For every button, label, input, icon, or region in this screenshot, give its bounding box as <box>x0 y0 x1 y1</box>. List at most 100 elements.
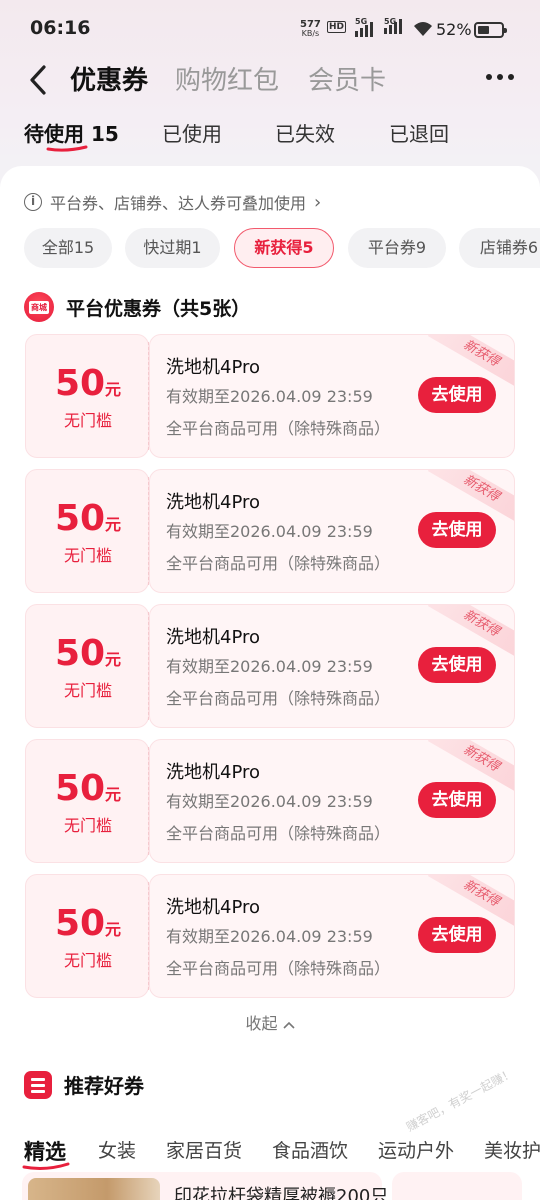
use-coupon-button[interactable]: 去使用 <box>418 647 496 683</box>
use-coupon-button[interactable]: 去使用 <box>418 782 496 818</box>
category-beauty[interactable]: 美妆护 <box>484 1136 540 1163</box>
filter-new[interactable]: 新获得5 <box>234 228 334 268</box>
coupon-scope: 全平台商品可用（除特殊商品） <box>166 689 391 708</box>
chevron-right-icon: › <box>314 191 322 213</box>
coupon-card[interactable]: 50元 无门槛 洗地机4Pro 有效期至2026.04.09 23:59 全平台… <box>25 469 515 593</box>
coupon-expiry: 有效期至2026.04.09 23:59 <box>166 387 373 406</box>
coupon-status-tabs: 待使用 15 已使用 已失效 已退回 <box>0 116 540 156</box>
filter-expiring[interactable]: 快过期1 <box>125 228 220 268</box>
coupon-condition: 无门槛 <box>63 681 112 700</box>
coupon-title: 洗地机4Pro <box>166 627 261 648</box>
dashed-divider <box>148 882 149 990</box>
coupon-info-panel: 洗地机4Pro 有效期至2026.04.09 23:59 全平台商品可用（除特殊… <box>149 874 515 998</box>
section-title: 平台优惠券（共5张） <box>66 297 251 320</box>
coupon-amount: 50 <box>54 768 106 809</box>
coupon-condition: 无门槛 <box>63 816 112 835</box>
coupon-scope: 全平台商品可用（除特殊商品） <box>166 824 391 843</box>
coupon-card[interactable]: 50元 无门槛 洗地机4Pro 有效期至2026.04.09 23:59 全平台… <box>25 604 515 728</box>
coupon-amount-panel: 50元 无门槛 <box>25 874 149 998</box>
clock: 06:16 <box>30 17 91 39</box>
coupon-condition: 无门槛 <box>63 546 112 565</box>
tab-pending[interactable]: 待使用 15 <box>24 118 119 147</box>
category-sports[interactable]: 运动户外 <box>378 1136 454 1163</box>
coupon-info-panel: 洗地机4Pro 有效期至2026.04.09 23:59 全平台商品可用（除特殊… <box>149 739 515 863</box>
recommend-title: 推荐好券 <box>64 1074 144 1098</box>
mall-icon: 商城 <box>24 292 54 322</box>
tab-red-packets[interactable]: 购物红包 <box>175 60 279 97</box>
coupon-amount-panel: 50元 无门槛 <box>25 604 149 728</box>
coupon-info-panel: 洗地机4Pro 有效期至2026.04.09 23:59 全平台商品可用（除特殊… <box>149 334 515 458</box>
tab-returned[interactable]: 已退回 <box>389 118 449 147</box>
recommend-card-title: 印花拉杆袋精厚被褥200只 <box>174 1186 389 1200</box>
coupon-title: 洗地机4Pro <box>166 357 261 378</box>
coupon-card[interactable]: 50元 无门槛 洗地机4Pro 有效期至2026.04.09 23:59 全平台… <box>25 334 515 458</box>
coupon-amount-panel: 50元 无门槛 <box>25 334 149 458</box>
coupon-title: 洗地机4Pro <box>166 492 261 513</box>
recommend-card[interactable]: 印花拉杆袋精厚被褥200只 <box>22 1172 388 1200</box>
watermark: 赚客吧，有奖一起赚！ <box>403 1065 517 1135</box>
product-thumbnail <box>28 1178 160 1200</box>
signal-icon-2: 5G <box>384 17 402 34</box>
dashed-divider <box>148 747 149 855</box>
coupon-amount-panel: 50元 无门槛 <box>25 739 149 863</box>
coupon-card[interactable]: 50元 无门槛 洗地机4Pro 有效期至2026.04.09 23:59 全平台… <box>25 874 515 998</box>
page-header: 优惠券 购物红包 会员卡 <box>0 58 540 102</box>
coupon-amount: 50 <box>54 363 106 404</box>
category-underline <box>22 1162 70 1170</box>
wifi-icon <box>414 22 432 36</box>
more-options-icon[interactable] <box>486 74 514 80</box>
use-coupon-button[interactable]: 去使用 <box>418 512 496 548</box>
tab-coupons[interactable]: 优惠券 <box>70 60 148 97</box>
coupon-expiry: 有效期至2026.04.09 23:59 <box>166 927 373 946</box>
filter-chips: 全部15 快过期1 新获得5 平台券9 店铺券6 <box>24 228 540 268</box>
coupon-title: 洗地机4Pro <box>166 897 261 918</box>
category-food[interactable]: 食品酒饮 <box>272 1136 348 1163</box>
tab-used[interactable]: 已使用 <box>162 118 222 147</box>
category-tabs: 精选 女装 家居百货 食品酒饮 运动户外 美妆护 <box>0 1136 540 1172</box>
category-womens[interactable]: 女装 <box>98 1136 136 1163</box>
dashed-divider <box>148 477 149 585</box>
info-icon: i <box>24 193 42 211</box>
section-header: 商城 平台优惠券（共5张） <box>24 292 250 322</box>
coupon-expiry: 有效期至2026.04.09 23:59 <box>166 522 373 541</box>
net-speed: 577 KB/s <box>300 19 321 39</box>
coupon-amount-panel: 50元 无门槛 <box>25 469 149 593</box>
coupon-condition: 无门槛 <box>63 411 112 430</box>
coupon-expiry: 有效期至2026.04.09 23:59 <box>166 657 373 676</box>
coupon-condition: 无门槛 <box>63 951 112 970</box>
filter-store[interactable]: 店铺券6 <box>459 228 540 268</box>
recommend-header: 推荐好券 <box>24 1070 144 1099</box>
dashed-divider <box>148 612 149 720</box>
battery-icon <box>474 22 507 38</box>
battery-percent: 52% <box>436 20 472 39</box>
signal-icon: 5G <box>355 17 373 37</box>
coupon-amount: 50 <box>54 633 106 674</box>
filter-platform[interactable]: 平台券9 <box>348 228 446 268</box>
tab-expired[interactable]: 已失效 <box>275 118 335 147</box>
status-bar: 06:16 577 KB/s HD 5G 5G 52% <box>0 0 540 58</box>
coupon-amount: 50 <box>54 903 106 944</box>
dashed-divider <box>148 342 149 450</box>
category-home[interactable]: 家居百货 <box>166 1136 242 1163</box>
filter-all[interactable]: 全部15 <box>24 228 112 268</box>
collapse-button[interactable]: 收起 <box>0 1010 540 1034</box>
coupon-expiry: 有效期至2026.04.09 23:59 <box>166 792 373 811</box>
tab-member-card[interactable]: 会员卡 <box>308 60 386 97</box>
coupon-list-panel: i 平台券、店铺券、达人券可叠加使用 › 全部15 快过期1 新获得5 平台券9… <box>0 166 540 1200</box>
use-coupon-button[interactable]: 去使用 <box>418 377 496 413</box>
recommend-icon <box>24 1070 52 1099</box>
coupon-title: 洗地机4Pro <box>166 762 261 783</box>
use-coupon-button[interactable]: 去使用 <box>418 917 496 953</box>
coupon-info-panel: 洗地机4Pro 有效期至2026.04.09 23:59 全平台商品可用（除特殊… <box>149 604 515 728</box>
stacking-tip[interactable]: i 平台券、店铺券、达人券可叠加使用 › <box>24 190 321 214</box>
recommend-card[interactable] <box>392 1172 522 1200</box>
coupon-amount: 50 <box>54 498 106 539</box>
chevron-up-icon <box>282 1021 295 1029</box>
coupon-scope: 全平台商品可用（除特殊商品） <box>166 554 391 573</box>
active-tab-underline <box>46 145 88 152</box>
coupon-info-panel: 洗地机4Pro 有效期至2026.04.09 23:59 全平台商品可用（除特殊… <box>149 469 515 593</box>
coupon-scope: 全平台商品可用（除特殊商品） <box>166 419 391 438</box>
back-arrow-icon[interactable] <box>26 64 52 96</box>
coupon-card[interactable]: 50元 无门槛 洗地机4Pro 有效期至2026.04.09 23:59 全平台… <box>25 739 515 863</box>
coupon-scope: 全平台商品可用（除特殊商品） <box>166 959 391 978</box>
